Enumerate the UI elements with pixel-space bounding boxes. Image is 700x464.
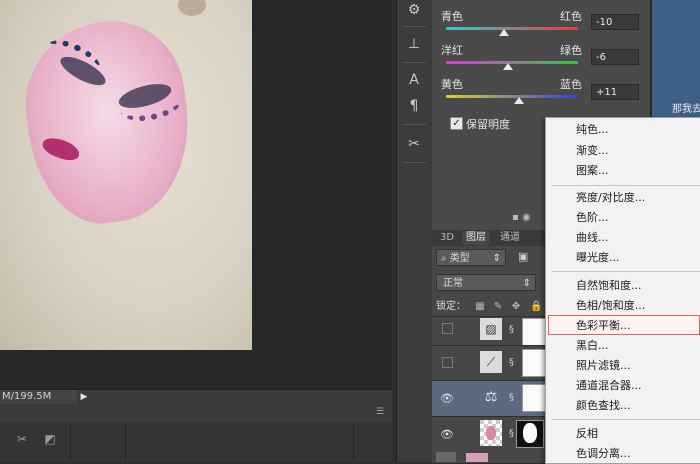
- menu-item-levels[interactable]: 色阶...: [576, 209, 609, 227]
- clip-to-layer-icon[interactable]: ▪ ◉: [512, 212, 548, 226]
- menu-item-channel-mixer[interactable]: 通道混合器...: [576, 377, 642, 395]
- visibility-toggle[interactable]: [442, 357, 453, 368]
- menu-item-curves[interactable]: 曲线...: [576, 229, 609, 247]
- cyan-red-slider-thumb[interactable]: [499, 29, 510, 36]
- lock-pixels-icon[interactable]: ✎: [492, 301, 504, 313]
- menu-item-color-balance[interactable]: 色彩平衡...: [576, 317, 631, 335]
- menu-item-pattern[interactable]: 图案...: [576, 162, 609, 180]
- menu-separator: [552, 271, 700, 272]
- layer-mask-thumbnail[interactable]: [522, 318, 546, 346]
- divider: [70, 424, 71, 460]
- layer-row[interactable]: [436, 452, 456, 462]
- menu-item-brightness-contrast[interactable]: 亮度/对比度...: [576, 189, 645, 207]
- lock-all-icon[interactable]: 🔒: [530, 301, 542, 313]
- layer-thumbnail[interactable]: [466, 453, 488, 462]
- menu-item-photo-filter[interactable]: 照片滤镜...: [576, 357, 631, 375]
- divider: [125, 424, 126, 460]
- status-menu-arrow-icon[interactable]: ▶: [78, 389, 90, 405]
- tab-channels[interactable]: 通道: [496, 231, 524, 245]
- character-icon[interactable]: A: [403, 70, 425, 90]
- side-panel-text: 那我去: [672, 104, 700, 115]
- menu-separator: [552, 185, 700, 186]
- paragraph-icon[interactable]: ¶: [403, 96, 425, 116]
- link-icon[interactable]: §: [509, 324, 517, 336]
- search-icon: ⌕: [441, 253, 450, 264]
- menu-item-hue-saturation[interactable]: 色相/饱和度...: [576, 297, 645, 315]
- lock-transparency-icon[interactable]: ▦: [474, 301, 486, 313]
- menu-item-posterize[interactable]: 色调分离...: [576, 445, 631, 463]
- layer-thumbnail[interactable]: [480, 420, 502, 446]
- layer-filter-value: 类型: [449, 253, 470, 264]
- yellow-blue-value[interactable]: +11: [591, 84, 639, 100]
- yellow-blue-slider-thumb[interactable]: [513, 97, 524, 104]
- divider: [402, 26, 426, 27]
- align-icon[interactable]: ⊥: [403, 34, 425, 54]
- eye-icon[interactable]: 👁: [440, 428, 454, 442]
- image-filter-icon[interactable]: ▣: [518, 250, 528, 263]
- chevron-updown-icon: ⇕: [522, 278, 531, 289]
- divider: [402, 62, 426, 63]
- document-size[interactable]: M/199.5M: [0, 390, 77, 404]
- menu-item-exposure[interactable]: 曝光度...: [576, 249, 620, 267]
- layer-mask-thumbnail[interactable]: [522, 384, 546, 412]
- menu-separator: [552, 419, 700, 420]
- cyan-red-slider[interactable]: [446, 27, 578, 30]
- lock-label: 锁定：: [436, 301, 466, 312]
- link-icon[interactable]: §: [509, 357, 517, 369]
- slider-right-label: 蓝色: [560, 78, 582, 91]
- divider: [353, 424, 354, 460]
- transition-icon[interactable]: ◩: [40, 430, 60, 448]
- adjustments-icon[interactable]: ⚙: [403, 0, 425, 20]
- divider: [402, 124, 426, 125]
- menu-item-solid-color[interactable]: 纯色...: [576, 121, 609, 139]
- menu-item-gradient[interactable]: 渐变...: [576, 142, 609, 160]
- slider-left-label: 洋红: [441, 44, 463, 57]
- slider-right-label: 红色: [560, 10, 582, 23]
- blend-mode-select[interactable]: 正常 ⇕: [436, 274, 536, 291]
- layer-mask-thumbnail[interactable]: [516, 420, 544, 448]
- eye-icon[interactable]: 👁: [440, 392, 454, 406]
- balance-scale-icon: ⚖: [484, 389, 498, 405]
- scissors-icon[interactable]: ✂: [12, 430, 32, 448]
- menu-item-vibrance[interactable]: 自然饱和度...: [576, 277, 642, 295]
- tab-3d[interactable]: 3D: [436, 231, 458, 245]
- magenta-green-value[interactable]: -6: [591, 49, 639, 65]
- levels-adjustment-icon: ▨: [480, 318, 502, 340]
- menu-item-black-white[interactable]: 黑白...: [576, 337, 609, 355]
- magenta-green-slider-thumb[interactable]: [503, 63, 514, 70]
- yellow-blue-slider[interactable]: [446, 95, 578, 98]
- layer-filter-select[interactable]: ⌕ 类型 ⇕: [436, 249, 506, 266]
- preserve-luminosity-label: 保留明度: [466, 118, 510, 131]
- lock-position-icon[interactable]: ✥: [510, 301, 522, 313]
- blend-mode-value: 正常: [443, 278, 463, 289]
- curves-adjustment-icon: ⟋: [480, 351, 502, 373]
- slider-left-label: 青色: [441, 10, 463, 23]
- preserve-luminosity-checkbox[interactable]: ✓: [450, 117, 463, 130]
- menu-item-invert[interactable]: 反相: [576, 425, 598, 443]
- tools-icon[interactable]: ✂: [403, 134, 425, 154]
- tab-layers[interactable]: 图层: [462, 231, 490, 245]
- paper-stain: [178, 0, 206, 16]
- layer-mask-thumbnail[interactable]: [522, 349, 546, 377]
- menu-item-color-lookup[interactable]: 颜色查找...: [576, 397, 631, 415]
- panel-menu-icon[interactable]: ☰: [376, 407, 390, 419]
- chevron-updown-icon: ⇕: [492, 253, 501, 264]
- slider-left-label: 黄色: [441, 78, 463, 91]
- slider-right-label: 绿色: [560, 44, 582, 57]
- timeline-header: [0, 405, 392, 423]
- cyan-red-value[interactable]: -10: [591, 14, 639, 30]
- divider: [402, 162, 426, 163]
- visibility-toggle[interactable]: [442, 323, 453, 334]
- link-icon[interactable]: §: [509, 392, 517, 404]
